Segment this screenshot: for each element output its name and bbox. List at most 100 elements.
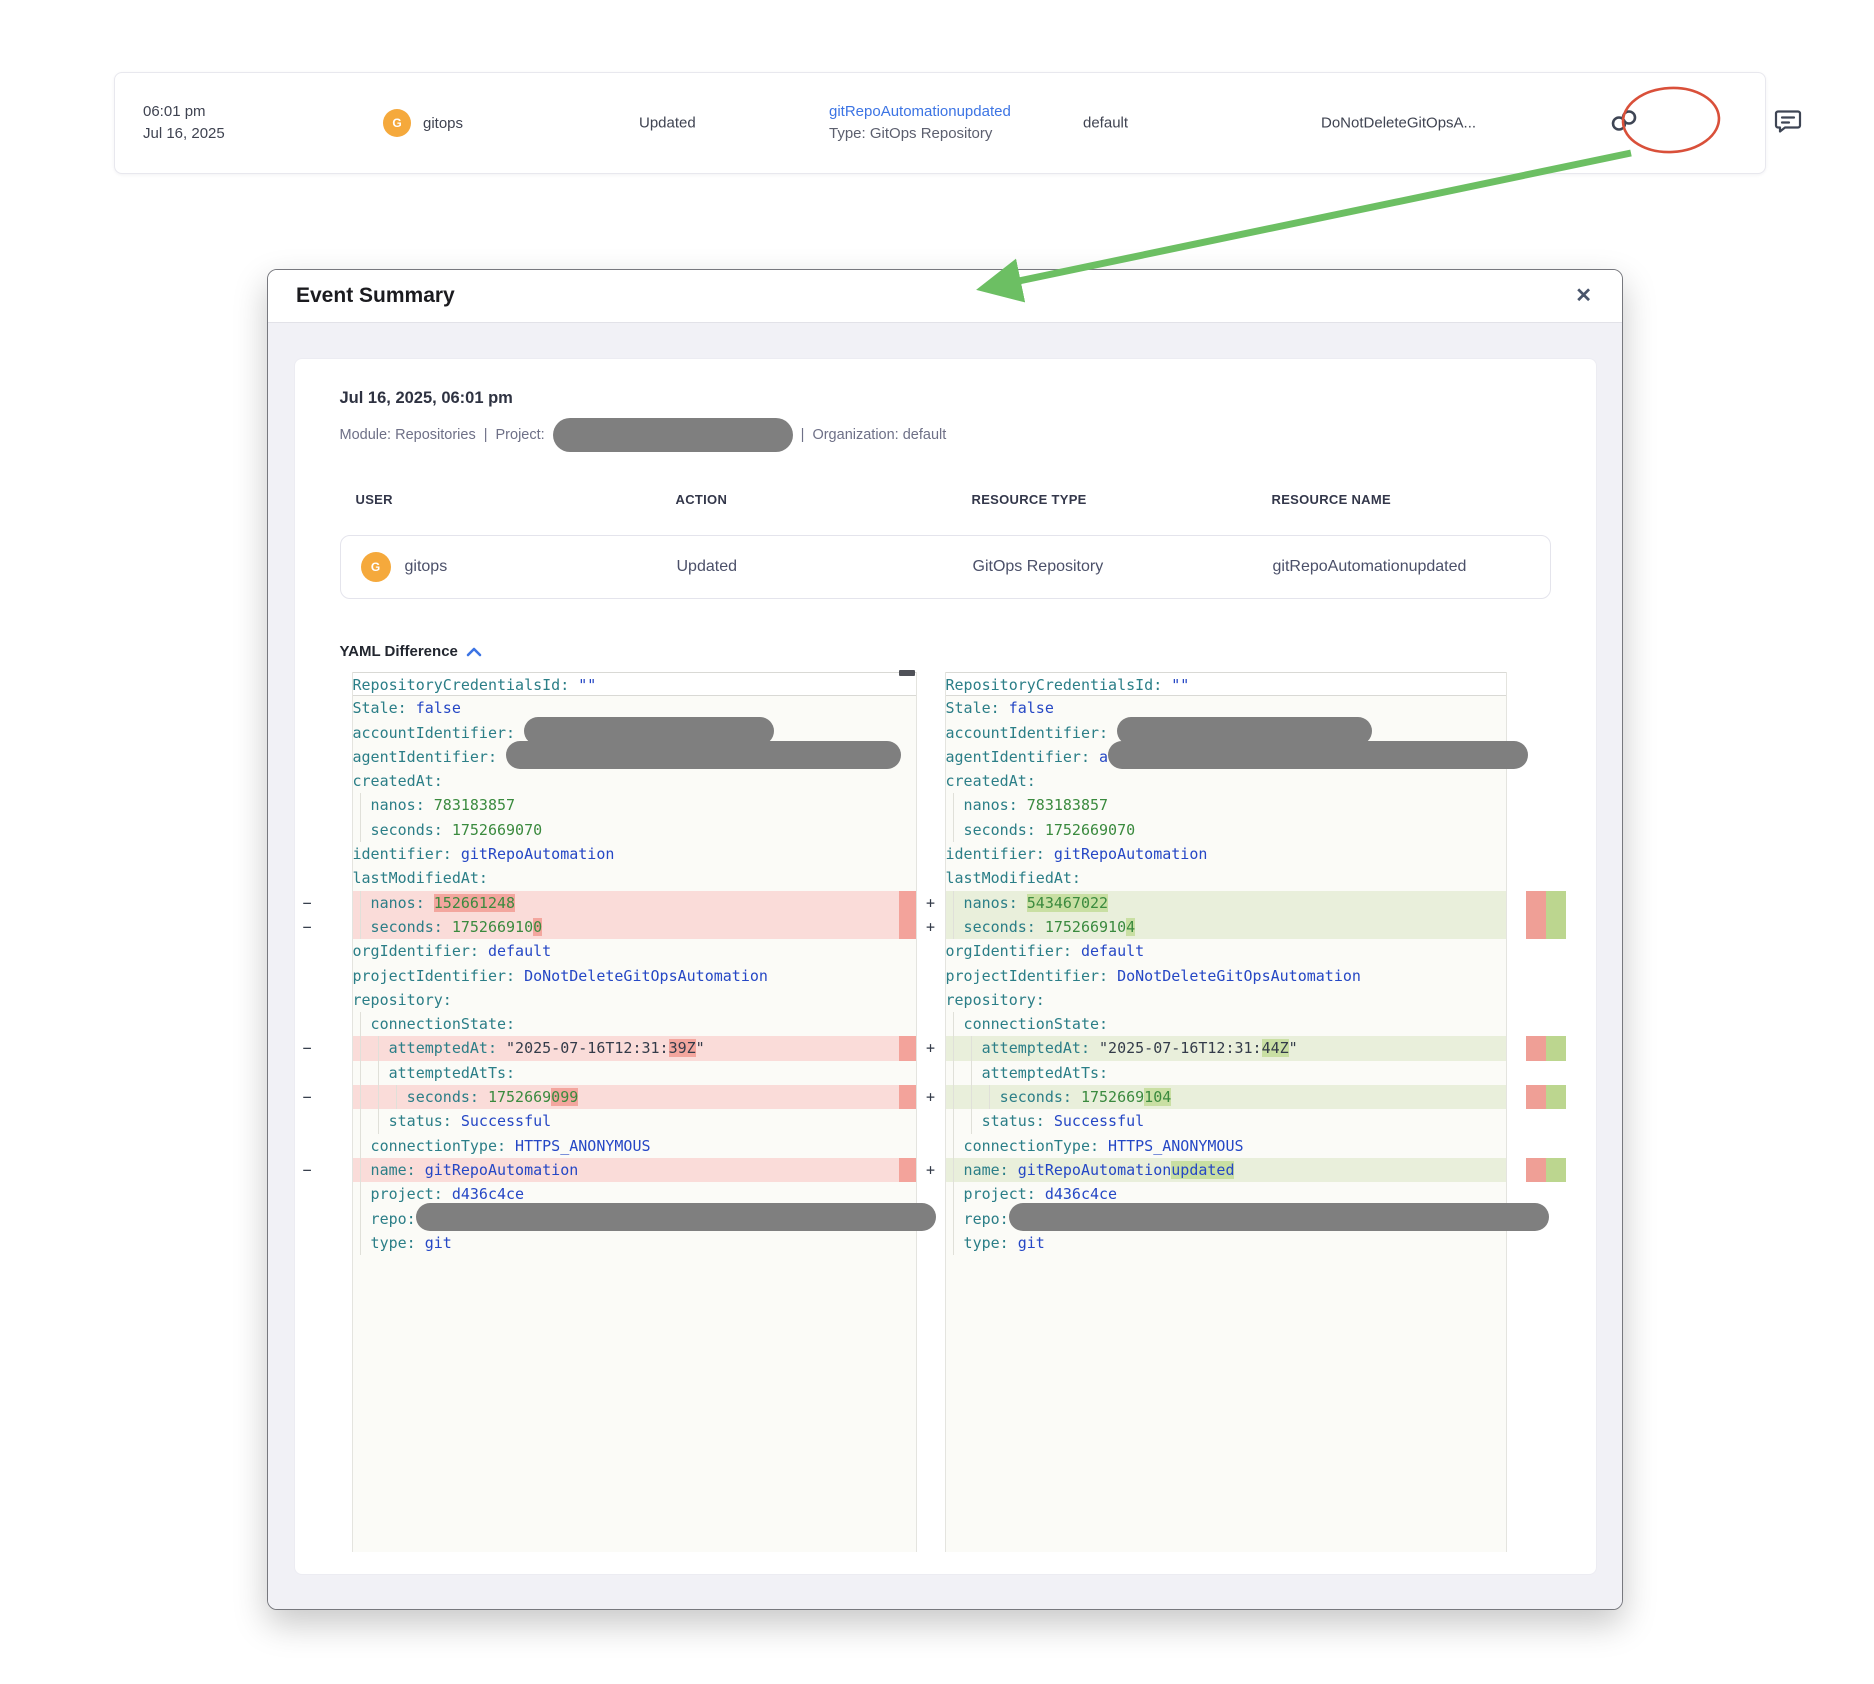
diff-pane-old: RepositoryCredentialsId: ""Stale: falsea… [352, 672, 917, 1552]
diff-line: attemptedAtTs: [353, 1061, 899, 1085]
module-label: Module: Repositories [340, 427, 476, 443]
diff-left-ruler [899, 672, 916, 1255]
deletion-marker [295, 1134, 352, 1158]
diff-left-gutter: −−−−− [295, 672, 352, 1552]
row-resource-name: gitRepoAutomationupdated [1257, 558, 1550, 576]
modal-body: Jul 16, 2025, 06:01 pm Module: Repositor… [268, 322, 1622, 1610]
divider-handle[interactable] [899, 670, 915, 676]
diff-line: connectionState: [353, 1012, 899, 1036]
redacted-value [416, 1203, 936, 1231]
addition-marker [917, 866, 945, 890]
modal-title: Event Summary [296, 284, 455, 308]
yaml-difference-section: YAML Difference [340, 643, 1551, 660]
deletion-marker: − [295, 891, 352, 915]
row-avatar: G [361, 552, 391, 582]
addition-marker: + [917, 891, 945, 915]
ruler-change-mark [1507, 721, 1596, 745]
organization-label: Organization: default [812, 427, 946, 443]
deletion-marker [295, 745, 352, 769]
ruler-change-mark [1507, 915, 1596, 939]
diff-line: attemptedAtTs: [946, 1061, 1506, 1085]
chain-link-icon[interactable] [1609, 108, 1639, 139]
event-datetime: Jul 16, 2025, 06:01 pm [340, 359, 1551, 408]
event-summary-note-icon[interactable] [1773, 106, 1803, 141]
addition-marker: + [917, 915, 945, 939]
org-cell: default [1083, 115, 1128, 132]
deletion-marker [295, 721, 352, 745]
diff-line: RepositoryCredentialsId: "" [353, 672, 899, 696]
col-user: USER [340, 492, 660, 507]
ruler-change-mark [1507, 1231, 1596, 1255]
diff-line: seconds: 1752669104 [946, 915, 1506, 939]
ruler-change-mark [1507, 1109, 1596, 1133]
diff-line: seconds: 1752669104 [946, 1085, 1506, 1109]
addition-marker [917, 988, 945, 1012]
addition-marker [917, 1061, 945, 1085]
addition-marker [917, 745, 945, 769]
user-cell: G gitops [383, 109, 463, 137]
ruler-change-mark [1507, 1085, 1596, 1109]
diff-line: orgIdentifier: default [353, 939, 899, 963]
diff-line: seconds: 1752669099 [353, 1085, 899, 1109]
project-cell: DoNotDeleteGitOpsA... [1321, 115, 1476, 132]
event-date: Jul 16, 2025 [143, 123, 225, 145]
diff-line: createdAt: [353, 769, 899, 793]
col-action: ACTION [660, 492, 956, 507]
ruler-change-mark [1507, 672, 1596, 696]
ruler-change-mark [1507, 842, 1596, 866]
ruler-change-mark [1507, 1012, 1596, 1036]
resource-type-label: Type: GitOps Repository [829, 123, 1011, 145]
ruler-change-mark [1507, 939, 1596, 963]
row-resource-type: GitOps Repository [957, 558, 1257, 576]
diff-line: seconds: 1752669100 [353, 915, 899, 939]
ruler-change-mark [1507, 866, 1596, 890]
resource-link[interactable]: gitRepoAutomationupdated [829, 101, 1011, 123]
event-summary-modal: Event Summary ✕ Jul 16, 2025, 06:01 pm M… [267, 269, 1623, 1610]
col-resource-type: RESOURCE TYPE [956, 492, 1256, 507]
addition-marker [917, 769, 945, 793]
ruler-change-mark [1507, 964, 1596, 988]
deletion-marker [295, 818, 352, 842]
diff-line: orgIdentifier: default [946, 939, 1506, 963]
chevron-up-icon[interactable] [466, 646, 482, 658]
event-time: 06:01 pm [143, 101, 225, 123]
addition-marker [917, 818, 945, 842]
ruler-change-mark [1507, 696, 1596, 720]
event-table-row: G gitops Updated GitOps Repository gitRe… [340, 535, 1551, 599]
addition-marker [917, 842, 945, 866]
diff-line: name: gitRepoAutomationupdated [946, 1158, 1506, 1182]
ruler-change-mark [1507, 1061, 1596, 1085]
deletion-marker [295, 696, 352, 720]
ruler-change-mark [1507, 745, 1596, 769]
diff-change-ruler[interactable] [1507, 672, 1596, 1552]
deletion-marker: − [295, 1085, 352, 1109]
diff-line: RepositoryCredentialsId: "" [946, 672, 1506, 696]
addition-marker: + [917, 1085, 945, 1109]
deletion-marker: − [295, 1158, 352, 1182]
deletion-marker [295, 1012, 352, 1036]
diff-line: projectIdentifier: DoNotDeleteGitOpsAuto… [946, 964, 1506, 988]
addition-marker [917, 1182, 945, 1206]
ruler-change-mark [1507, 818, 1596, 842]
col-resource-name: RESOURCE NAME [1256, 492, 1551, 507]
ruler-change-mark [1507, 1182, 1596, 1206]
diff-line: status: Successful [946, 1109, 1506, 1133]
diff-line: repo: [946, 1207, 1506, 1231]
diff-line: attemptedAt: "2025-07-16T12:31:44Z" [946, 1036, 1506, 1060]
redacted-project-name [553, 418, 793, 452]
addition-marker: + [917, 1036, 945, 1060]
redacted-value [1009, 1203, 1549, 1231]
deletion-marker [295, 793, 352, 817]
row-action: Updated [661, 558, 957, 576]
diff-line: connectionType: HTTPS_ANONYMOUS [353, 1134, 899, 1158]
addition-marker [917, 1134, 945, 1158]
diff-line: type: git [353, 1231, 899, 1255]
deletion-marker [295, 842, 352, 866]
addition-marker [917, 1012, 945, 1036]
close-icon[interactable]: ✕ [1575, 286, 1592, 306]
deletion-marker: − [295, 915, 352, 939]
deletion-marker [295, 964, 352, 988]
addition-marker [917, 1109, 945, 1133]
yaml-difference-label: YAML Difference [340, 643, 458, 660]
audit-log-row[interactable]: 06:01 pm Jul 16, 2025 G gitops Updated g… [114, 72, 1766, 174]
